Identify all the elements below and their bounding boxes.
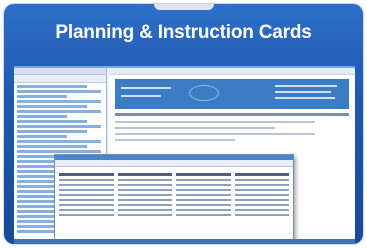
tree-row [17, 125, 101, 128]
tree-row [17, 120, 87, 123]
grid-row[interactable] [59, 179, 289, 181]
tree-row [17, 90, 101, 93]
grid-row[interactable] [59, 204, 289, 206]
tree-row [17, 105, 87, 108]
application-screenshot [14, 66, 355, 244]
tree-row [17, 115, 67, 118]
header-line [275, 85, 337, 87]
planning-dialog[interactable] [54, 154, 294, 244]
planning-instruction-card[interactable]: Planning & Instruction Cards [4, 4, 363, 244]
tree-tabs [14, 75, 106, 83]
document-header [115, 79, 349, 109]
grid-row[interactable] [59, 194, 289, 196]
tree-row [17, 135, 67, 138]
tree-row [17, 110, 101, 113]
tree-row [17, 140, 101, 143]
header-line [275, 97, 335, 99]
grid-header-row [59, 173, 289, 176]
tree-row [17, 85, 87, 88]
table-row [115, 127, 275, 129]
instruction-table [115, 113, 349, 141]
card-tab-notch [154, 4, 214, 10]
grid-row[interactable] [59, 184, 289, 186]
table-row [115, 121, 315, 123]
table-header [115, 113, 349, 116]
grid-row[interactable] [59, 199, 289, 201]
taskbar [14, 239, 355, 244]
tree-toolbar [14, 68, 106, 75]
tree-row [17, 150, 101, 153]
header-line [121, 87, 171, 89]
table-row [115, 139, 235, 141]
tree-row [17, 100, 101, 103]
grid-row[interactable] [59, 209, 289, 211]
grid-row[interactable] [59, 189, 289, 191]
table-row [115, 133, 315, 135]
document-toolbar [109, 68, 355, 75]
grid-row[interactable] [59, 214, 289, 216]
tree-row [17, 95, 67, 98]
dialog-tabs[interactable] [55, 160, 293, 167]
header-line [121, 95, 161, 97]
card-title: Planning & Instruction Cards [55, 22, 312, 43]
brand-logo-icon [189, 85, 219, 101]
tree-row [17, 145, 87, 148]
dialog-grid [55, 167, 293, 222]
tree-row [17, 130, 87, 133]
header-line [275, 91, 331, 93]
